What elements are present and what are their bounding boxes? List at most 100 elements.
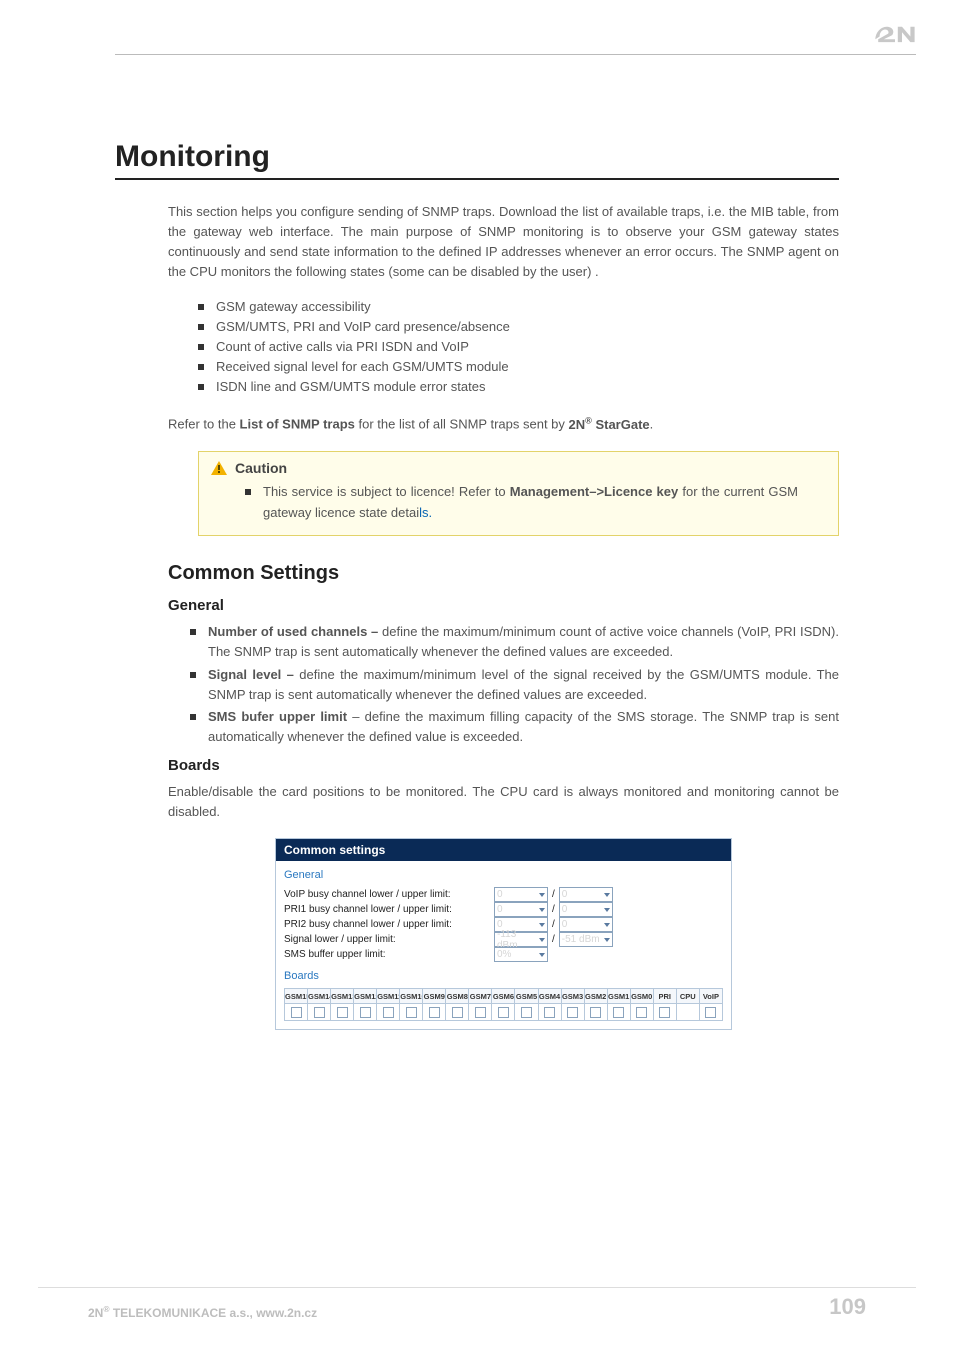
board-col-header: CPU bbox=[676, 989, 699, 1004]
checkbox[interactable] bbox=[636, 1007, 647, 1018]
common-settings-panel: Common settings General VoIP busy channe… bbox=[275, 838, 732, 1030]
select[interactable]: 0 bbox=[559, 902, 613, 917]
general-heading: General bbox=[168, 597, 839, 614]
checkbox[interactable] bbox=[291, 1007, 302, 1018]
chevron-down-icon bbox=[539, 938, 545, 942]
panel-section-general: General bbox=[284, 869, 723, 881]
board-cell bbox=[699, 1004, 722, 1021]
checkbox[interactable] bbox=[613, 1007, 624, 1018]
boards-heading: Boards bbox=[168, 757, 839, 774]
panel-row: Signal lower / upper limit:-113 dBm/-51 … bbox=[284, 932, 723, 947]
registered-symbol: ® bbox=[585, 415, 592, 425]
board-col-header: GSM9 bbox=[423, 989, 446, 1004]
board-col-header: GSM10 bbox=[400, 989, 423, 1004]
separator: / bbox=[548, 934, 559, 945]
checkbox[interactable] bbox=[590, 1007, 601, 1018]
board-cell bbox=[538, 1004, 561, 1021]
text-bold: List of SNMP traps bbox=[240, 417, 355, 432]
brand-logo bbox=[874, 22, 916, 44]
board-cell bbox=[377, 1004, 400, 1021]
term: Number of used channels – bbox=[208, 624, 382, 639]
boards-table: GSM15GSM14GSM13GSM12GSM11GSM10GSM9GSM8GS… bbox=[284, 988, 723, 1021]
panel-row-label: SMS buffer upper limit: bbox=[284, 948, 494, 961]
definitions-list: Number of used channels – define the max… bbox=[190, 622, 839, 747]
chevron-down-icon bbox=[539, 923, 545, 927]
panel-row-label: PRI1 busy channel lower / upper limit: bbox=[284, 903, 494, 916]
board-cell bbox=[469, 1004, 492, 1021]
board-col-header: GSM5 bbox=[515, 989, 538, 1004]
select[interactable]: 0 bbox=[559, 917, 613, 932]
list-item: Count of active calls via PRI ISDN and V… bbox=[198, 337, 839, 357]
checkbox[interactable] bbox=[521, 1007, 532, 1018]
select[interactable]: 0 bbox=[494, 902, 548, 917]
panel-section-boards: Boards bbox=[284, 970, 723, 982]
checkbox[interactable] bbox=[360, 1007, 371, 1018]
board-col-header: GSM3 bbox=[561, 989, 584, 1004]
caution-item: This service is subject to licence! Refe… bbox=[245, 482, 798, 524]
board-cell bbox=[676, 1004, 699, 1021]
list-item: Signal level – define the maximum/minimu… bbox=[190, 665, 839, 705]
select-value: 0 bbox=[562, 919, 568, 930]
checkbox[interactable] bbox=[383, 1007, 394, 1018]
checkbox[interactable] bbox=[705, 1007, 716, 1018]
board-col-header: GSM8 bbox=[446, 989, 469, 1004]
caution-callout: Caution This service is subject to licen… bbox=[198, 451, 839, 537]
page-number: 109 bbox=[829, 1294, 866, 1320]
licence-link[interactable]: ls. bbox=[419, 505, 432, 520]
checkbox[interactable] bbox=[406, 1007, 417, 1018]
panel-row: SMS buffer upper limit:0% bbox=[284, 947, 723, 962]
board-cell bbox=[492, 1004, 515, 1021]
board-cell bbox=[423, 1004, 446, 1021]
text: Refer to the bbox=[168, 417, 240, 432]
warning-icon bbox=[211, 461, 227, 475]
chevron-down-icon bbox=[539, 953, 545, 957]
board-cell bbox=[561, 1004, 584, 1021]
board-cell bbox=[630, 1004, 653, 1021]
select-value: 0 bbox=[497, 889, 503, 900]
board-cell bbox=[584, 1004, 607, 1021]
checkbox[interactable] bbox=[544, 1007, 555, 1018]
board-cell bbox=[308, 1004, 331, 1021]
panel-row: VoIP busy channel lower / upper limit:0/… bbox=[284, 887, 723, 902]
separator: / bbox=[548, 904, 559, 915]
chevron-down-icon bbox=[604, 923, 610, 927]
checkbox[interactable] bbox=[567, 1007, 578, 1018]
chevron-down-icon bbox=[604, 893, 610, 897]
separator: / bbox=[548, 919, 559, 930]
checkbox[interactable] bbox=[314, 1007, 325, 1018]
text: TELEKOMUNIKACE a.s., www.2n.cz bbox=[110, 1306, 318, 1320]
text: 2N bbox=[88, 1306, 103, 1320]
board-col-header: GSM7 bbox=[469, 989, 492, 1004]
select[interactable]: -113 dBm bbox=[494, 932, 548, 947]
select-value: 0 bbox=[562, 889, 568, 900]
select-value: 0 bbox=[562, 904, 568, 915]
chevron-down-icon bbox=[604, 908, 610, 912]
text: define the maximum/minimum level of the … bbox=[208, 667, 839, 702]
checkbox[interactable] bbox=[475, 1007, 486, 1018]
feature-list: GSM gateway accessibility GSM/UMTS, PRI … bbox=[198, 297, 839, 398]
select[interactable]: 0% bbox=[494, 947, 548, 962]
text-bold: 2N bbox=[569, 417, 586, 432]
panel-row-label: Signal lower / upper limit: bbox=[284, 933, 494, 946]
board-cell bbox=[446, 1004, 469, 1021]
list-item: ISDN line and GSM/UMTS module error stat… bbox=[198, 377, 839, 397]
checkbox[interactable] bbox=[337, 1007, 348, 1018]
separator: / bbox=[548, 889, 559, 900]
caution-title: Caution bbox=[235, 460, 287, 476]
checkbox[interactable] bbox=[452, 1007, 463, 1018]
board-cell bbox=[331, 1004, 354, 1021]
text: for the list of all SNMP traps sent by bbox=[355, 417, 569, 432]
board-cell bbox=[285, 1004, 308, 1021]
select[interactable]: -51 dBm bbox=[559, 932, 613, 947]
checkbox[interactable] bbox=[498, 1007, 509, 1018]
select[interactable]: 0 bbox=[494, 887, 548, 902]
board-col-header: GSM11 bbox=[377, 989, 400, 1004]
board-cell bbox=[653, 1004, 676, 1021]
checkbox[interactable] bbox=[659, 1007, 670, 1018]
panel-row-label: VoIP busy channel lower / upper limit: bbox=[284, 888, 494, 901]
checkbox[interactable] bbox=[429, 1007, 440, 1018]
common-settings-heading: Common Settings bbox=[168, 562, 839, 585]
list-item: GSM/UMTS, PRI and VoIP card presence/abs… bbox=[198, 317, 839, 337]
select[interactable]: 0 bbox=[559, 887, 613, 902]
board-col-header: GSM2 bbox=[584, 989, 607, 1004]
